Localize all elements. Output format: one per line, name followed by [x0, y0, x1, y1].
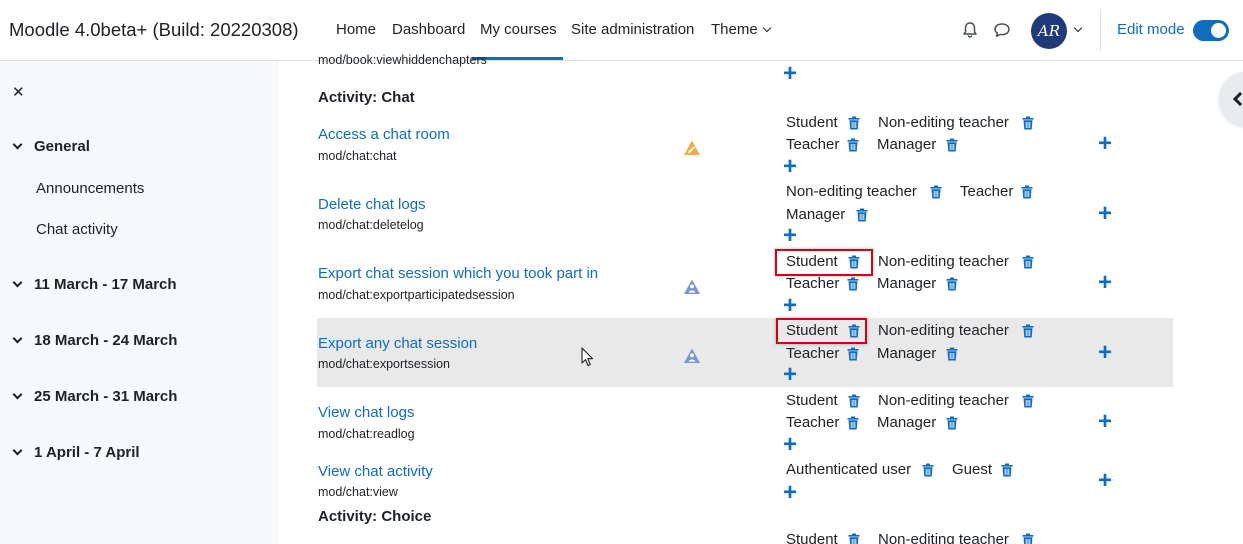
role-non-editing-teacher: Non-editing teacher: [878, 531, 1009, 544]
role-manager: Manager: [877, 136, 937, 153]
trash-icon[interactable]: [1021, 185, 1033, 199]
trash-icon[interactable]: [848, 116, 860, 130]
capability-link-view[interactable]: View chat activity: [318, 463, 433, 480]
trash-icon[interactable]: [1022, 255, 1034, 269]
add-role-plus-icon[interactable]: +: [783, 363, 797, 387]
capability-link-chat[interactable]: Access a chat room: [318, 126, 450, 143]
role-manager: Manager: [786, 206, 846, 223]
capability-link-deletelog[interactable]: Delete chat logs: [318, 196, 426, 213]
role-guest: Guest: [952, 461, 993, 478]
role-manager: Manager: [877, 275, 937, 292]
trash-icon[interactable]: [1022, 116, 1034, 130]
permissions-table: mod/book:viewhiddenchapters Activity: Ch…: [0, 0, 1243, 544]
trash-icon[interactable]: [946, 277, 958, 291]
role-non-editing-teacher: Non-editing teacher: [878, 114, 1009, 131]
heading-activity-chat: Activity: Chat: [318, 89, 415, 106]
personal-data-icon[interactable]: [683, 278, 701, 296]
add-role-plus-icon[interactable]: +: [1098, 410, 1112, 434]
mouse-pointer-icon: [581, 347, 594, 367]
trash-icon[interactable]: [856, 208, 868, 222]
trash-icon[interactable]: [847, 347, 859, 361]
capability-name: mod/book:viewhiddenchapters: [318, 53, 487, 67]
add-role-plus-icon[interactable]: +: [783, 62, 797, 86]
warning-icon[interactable]: [683, 139, 701, 157]
capability-name: mod/chat:chat: [318, 149, 397, 163]
role-teacher: Teacher: [786, 275, 840, 292]
role-authenticated-user: Authenticated user: [786, 461, 912, 478]
highlight-box: [775, 249, 873, 276]
chevron-left-icon: [1232, 91, 1243, 107]
trash-icon[interactable]: [1022, 324, 1034, 338]
trash-icon[interactable]: [847, 138, 859, 152]
trash-icon[interactable]: [848, 394, 860, 408]
highlight-box: [776, 318, 867, 344]
trash-icon[interactable]: [930, 185, 942, 199]
role-manager: Manager: [877, 345, 937, 362]
add-role-plus-icon[interactable]: +: [783, 224, 797, 248]
role-manager: Manager: [877, 414, 937, 431]
trash-icon[interactable]: [946, 138, 958, 152]
trash-icon[interactable]: [1022, 533, 1034, 544]
add-role-plus-icon[interactable]: +: [1098, 132, 1112, 156]
trash-icon[interactable]: [946, 347, 958, 361]
trash-icon[interactable]: [946, 416, 958, 430]
role-student: Student: [786, 114, 838, 131]
capability-name: mod/chat:view: [318, 485, 398, 499]
add-role-plus-icon[interactable]: +: [783, 294, 797, 318]
role-non-editing-teacher: Non-editing teacher: [878, 253, 1009, 270]
role-teacher: Teacher: [786, 414, 840, 431]
role-non-editing-teacher: Non-editing teacher: [878, 322, 1009, 339]
trash-icon[interactable]: [847, 416, 859, 430]
role-student: Student: [786, 392, 838, 409]
trash-icon[interactable]: [847, 277, 859, 291]
add-role-plus-icon[interactable]: +: [1098, 271, 1112, 295]
add-role-plus-icon[interactable]: +: [1098, 469, 1112, 493]
role-student: Student: [786, 531, 838, 544]
add-role-plus-icon[interactable]: +: [783, 155, 797, 179]
role-non-editing-teacher: Non-editing teacher: [786, 183, 917, 200]
add-role-plus-icon[interactable]: +: [1098, 202, 1112, 226]
personal-data-icon[interactable]: [683, 347, 701, 365]
capability-link-exportsession[interactable]: Export any chat session: [318, 335, 477, 352]
capability-name: mod/chat:exportsession: [318, 357, 451, 371]
heading-activity-choice: Activity: Choice: [318, 508, 432, 525]
role-teacher: Teacher: [960, 183, 1014, 200]
capability-link-readlog[interactable]: View chat logs: [318, 404, 414, 421]
add-role-plus-icon[interactable]: +: [1098, 341, 1112, 365]
capability-name: mod/chat:deletelog: [318, 218, 424, 232]
table-row-hover: [317, 318, 1173, 387]
role-teacher: Teacher: [786, 345, 840, 362]
role-teacher: Teacher: [786, 136, 840, 153]
trash-icon[interactable]: [1001, 463, 1013, 477]
trash-icon[interactable]: [1022, 394, 1034, 408]
trash-icon[interactable]: [922, 463, 934, 477]
trash-icon[interactable]: [848, 533, 860, 544]
role-non-editing-teacher: Non-editing teacher: [878, 392, 1009, 409]
capability-name: mod/chat:exportparticipatedsession: [318, 288, 515, 302]
add-role-plus-icon[interactable]: +: [783, 481, 797, 505]
add-role-plus-icon[interactable]: +: [783, 433, 797, 457]
capability-name: mod/chat:readlog: [318, 427, 415, 441]
capability-link-exportparticipatedsession[interactable]: Export chat session which you took part …: [318, 265, 598, 282]
